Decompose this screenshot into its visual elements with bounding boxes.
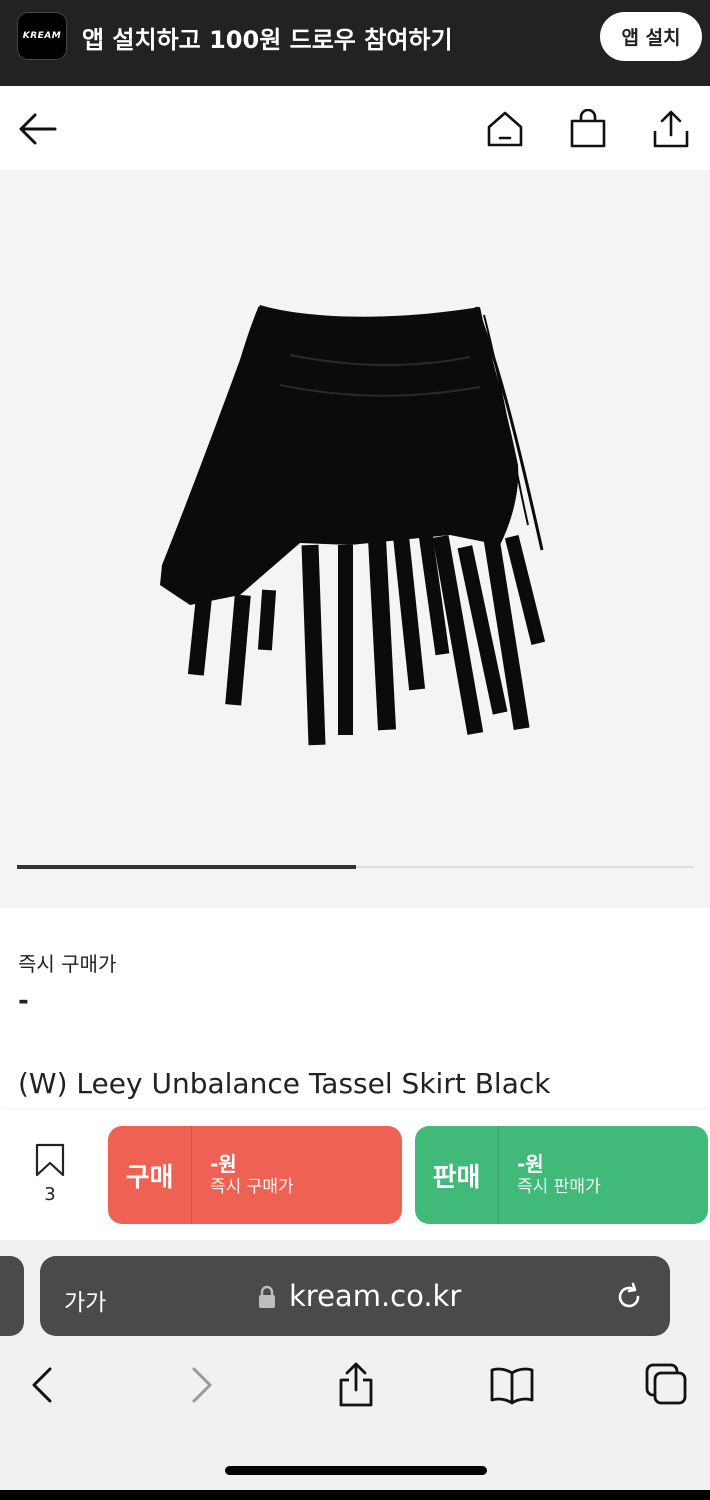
bookmarks-book-icon[interactable] bbox=[486, 1362, 538, 1408]
reload-icon[interactable] bbox=[610, 1278, 648, 1316]
product-image-gallery[interactable] bbox=[0, 170, 710, 908]
sell-price: -원 bbox=[517, 1152, 544, 1176]
gallery-progress-indicator bbox=[17, 865, 356, 869]
buy-button[interactable]: 구매 -원 즉시 구매가 bbox=[108, 1126, 402, 1224]
product-title: (W) Leey Unbalance Tassel Skirt Black bbox=[18, 1067, 551, 1100]
sell-label: 판매 bbox=[415, 1126, 499, 1224]
product-image bbox=[160, 305, 546, 746]
wishlist-count: 3 bbox=[44, 1184, 56, 1205]
previous-tab-peek[interactable] bbox=[0, 1256, 24, 1336]
bookmark-icon bbox=[35, 1143, 65, 1177]
buy-label: 구매 bbox=[108, 1126, 192, 1224]
url-text: kream.co.kr bbox=[289, 1279, 462, 1313]
browser-share-icon[interactable] bbox=[333, 1358, 379, 1410]
top-nav bbox=[0, 86, 710, 170]
buy-caption: 즉시 구매가 bbox=[210, 1177, 294, 1197]
browser-back-icon[interactable] bbox=[22, 1362, 62, 1408]
home-indicator bbox=[225, 1466, 487, 1475]
sell-button[interactable]: 판매 -원 즉시 판매가 bbox=[415, 1126, 708, 1224]
share-icon[interactable] bbox=[648, 106, 694, 152]
buy-price: -원 bbox=[210, 1152, 237, 1176]
instant-buy-price-label: 즉시 구매가 bbox=[18, 952, 117, 976]
tabs-icon[interactable] bbox=[642, 1360, 690, 1408]
lock-icon bbox=[254, 1283, 280, 1311]
app-install-banner: KREAM 앱 설치하고 100원 드로우 참여하기 앱 설치 bbox=[0, 0, 710, 86]
browser-forward-icon[interactable] bbox=[182, 1362, 222, 1408]
shopping-bag-icon[interactable] bbox=[565, 106, 611, 152]
screen-bottom-edge bbox=[0, 1490, 710, 1500]
home-icon[interactable] bbox=[482, 106, 528, 152]
back-arrow-icon[interactable] bbox=[14, 108, 60, 150]
sell-caption: 즉시 판매가 bbox=[517, 1177, 601, 1197]
instant-buy-price-value: - bbox=[18, 986, 29, 1016]
banner-message: 앱 설치하고 100원 드로우 참여하기 bbox=[82, 26, 453, 54]
kream-logo: KREAM bbox=[17, 12, 67, 60]
install-app-button[interactable]: 앱 설치 bbox=[600, 12, 702, 61]
page-settings-button[interactable]: 가가 bbox=[64, 1283, 106, 1317]
